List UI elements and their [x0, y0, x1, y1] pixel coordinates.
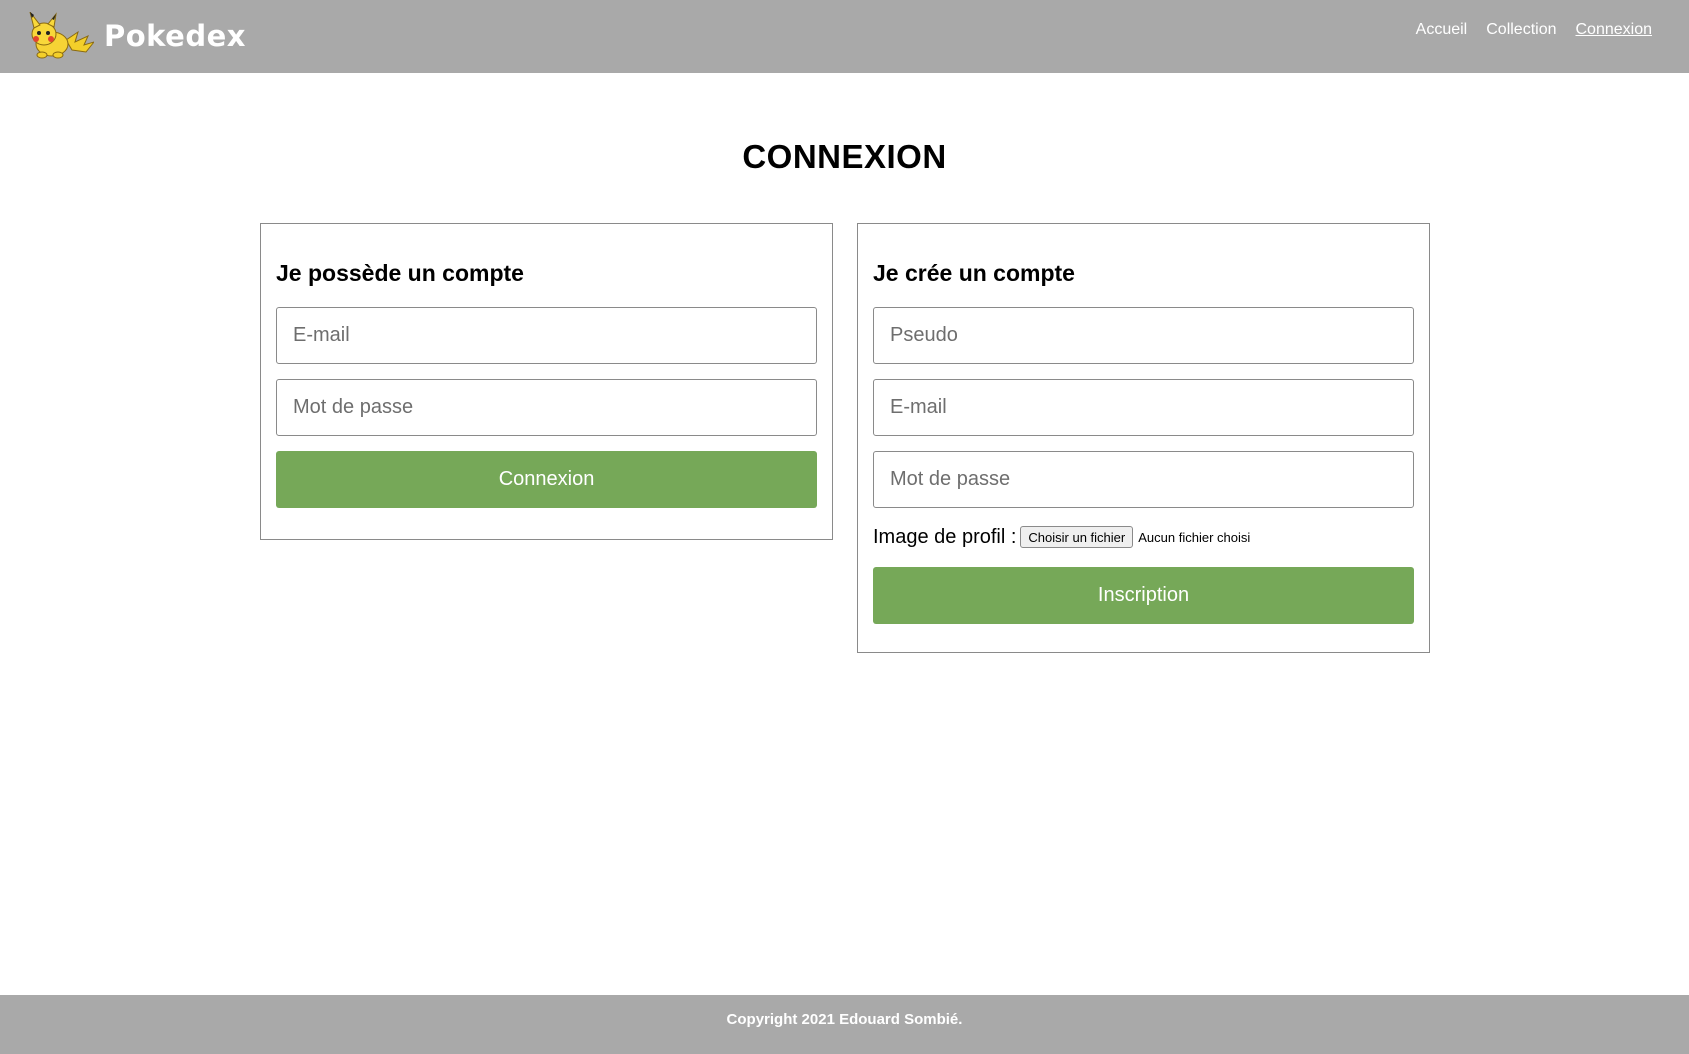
login-email-input[interactable] [276, 307, 817, 364]
profile-image-row: Image de profil : Choisir un fichier Auc… [873, 522, 1414, 552]
login-password-input[interactable] [276, 379, 817, 436]
profile-image-label: Image de profil : [873, 525, 1017, 548]
page-title: CONNEXION [742, 138, 947, 175]
login-submit-button[interactable]: Connexion [276, 451, 817, 508]
signup-submit-button[interactable]: Inscription [873, 567, 1414, 624]
login-panel: Je possède un compte Connexion [260, 223, 833, 540]
nav-link-accueil[interactable]: Accueil [1416, 21, 1468, 39]
signup-email-input[interactable] [873, 379, 1414, 436]
main-nav: Accueil Collection Connexion [1416, 21, 1652, 39]
signup-pseudo-input[interactable] [873, 307, 1414, 364]
signup-password-input[interactable] [873, 451, 1414, 508]
nav-link-collection[interactable]: Collection [1486, 21, 1556, 39]
brand-logo[interactable]: Pokedex [28, 12, 246, 60]
site-footer: Copyright 2021 Edouard Sombié. [0, 995, 1689, 1054]
site-header: Pokedex Accueil Collection Connexion [0, 0, 1689, 73]
choose-file-button[interactable]: Choisir un fichier [1020, 526, 1134, 548]
signup-panel: Je crée un compte Image de profil : Choi… [857, 223, 1430, 653]
nav-link-connexion[interactable]: Connexion [1576, 21, 1653, 39]
file-status-text: Aucun fichier choisi [1138, 529, 1251, 545]
login-heading: Je possède un compte [276, 260, 524, 286]
signup-heading: Je crée un compte [873, 260, 1075, 286]
copyright-text: Copyright 2021 Edouard Sombié. [726, 1011, 963, 1028]
brand-name: Pokedex [104, 19, 246, 53]
pikachu-icon [29, 12, 94, 59]
